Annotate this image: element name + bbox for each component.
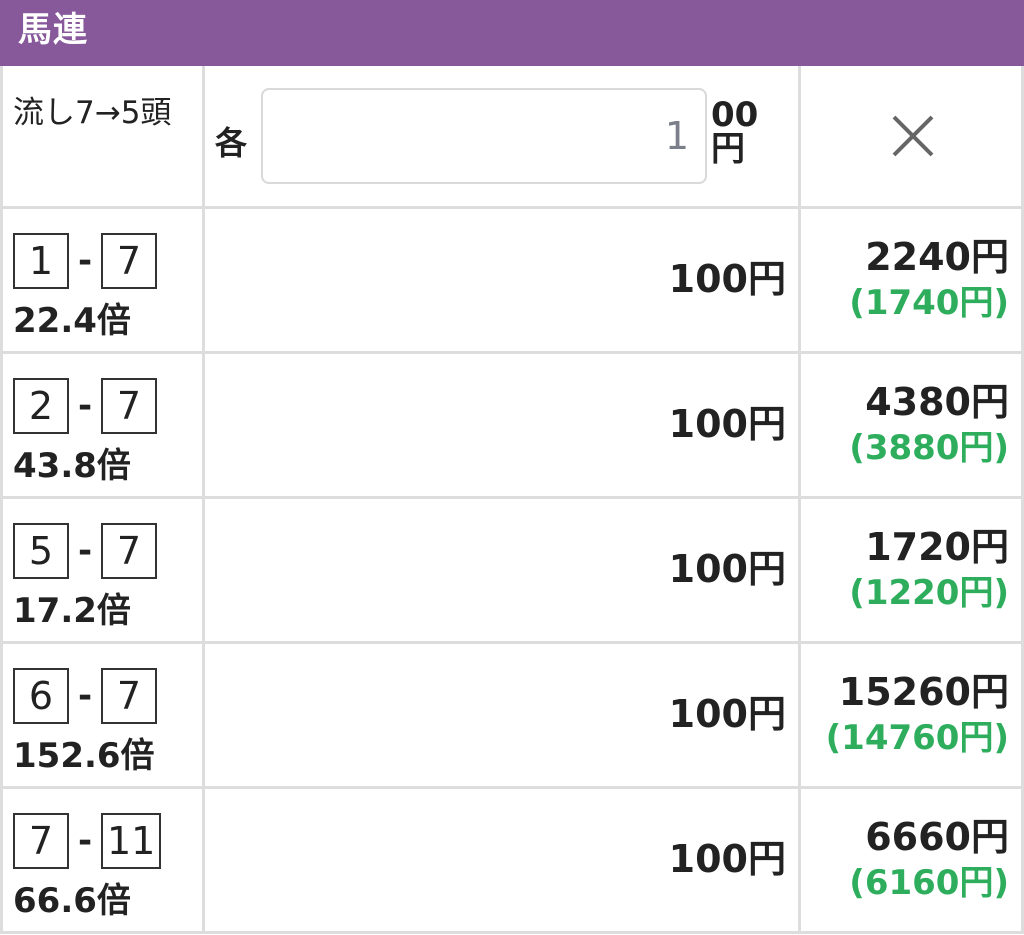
bet-amount: 100円 xyxy=(668,257,786,301)
payout-amount: 2240円 xyxy=(865,235,1009,279)
profit-amount: (3880円) xyxy=(849,428,1009,468)
profit-amount: (1740円) xyxy=(849,283,1009,323)
delete-button[interactable] xyxy=(798,66,1024,206)
bet-method-label: 流し7→5頭 xyxy=(13,95,172,131)
profit-amount: (1220円) xyxy=(849,573,1009,613)
horse-number-box: 7 xyxy=(101,523,157,579)
bet-table: 流し7→5頭 各 00円 1 - 7 22.4倍 100円 2240円 xyxy=(0,66,1024,934)
close-icon[interactable] xyxy=(891,114,935,158)
bet-amount: 100円 xyxy=(668,402,786,446)
unit-label: 00円 xyxy=(711,95,759,169)
combination-separator: - xyxy=(77,531,93,571)
combination-row: 6 - 7 152.6倍 100円 15260円 (14760円) xyxy=(0,644,1024,789)
horse-combination: 2 - 7 xyxy=(13,376,157,436)
horse-number-box: 6 xyxy=(13,668,69,724)
bet-type-header: 馬連 xyxy=(0,0,1024,66)
bet-amount: 100円 xyxy=(668,547,786,591)
odds-label: 43.8倍 xyxy=(13,446,131,486)
combination-row: 1 - 7 22.4倍 100円 2240円 (1740円) xyxy=(0,209,1024,354)
horse-number-box: 2 xyxy=(13,378,69,434)
profit-amount: (14760円) xyxy=(825,718,1009,758)
combination-separator: - xyxy=(77,241,93,281)
payout-amount: 15260円 xyxy=(838,670,1009,714)
each-label: 各 xyxy=(215,124,248,162)
summary-row: 流し7→5頭 各 00円 xyxy=(0,66,1024,209)
combination-row: 5 - 7 17.2倍 100円 1720円 (1220円) xyxy=(0,499,1024,644)
bet-amount-input[interactable] xyxy=(261,88,707,184)
combination-separator: - xyxy=(77,821,93,861)
horse-combination: 5 - 7 xyxy=(13,521,157,581)
odds-label: 17.2倍 xyxy=(13,591,131,631)
bet-amount: 100円 xyxy=(668,837,786,881)
horse-number-box: 1 xyxy=(13,233,69,289)
payout-amount: 1720円 xyxy=(865,525,1009,569)
payout-amount: 6660円 xyxy=(865,815,1009,859)
combination-separator: - xyxy=(77,676,93,716)
horse-combination: 6 - 7 xyxy=(13,666,157,726)
bet-type-title: 馬連 xyxy=(18,10,88,50)
horse-number-box: 7 xyxy=(101,233,157,289)
odds-label: 22.4倍 xyxy=(13,301,131,341)
horse-number-box: 7 xyxy=(13,813,69,869)
horse-combination: 7 - 11 xyxy=(13,811,162,871)
odds-label: 152.6倍 xyxy=(13,736,155,776)
horse-number-box: 5 xyxy=(13,523,69,579)
odds-label: 66.6倍 xyxy=(13,881,131,921)
combination-row: 2 - 7 43.8倍 100円 4380円 (3880円) xyxy=(0,354,1024,499)
combination-separator: - xyxy=(77,386,93,426)
profit-amount: (6160円) xyxy=(849,863,1009,903)
horse-number-box: 7 xyxy=(101,378,157,434)
horse-number-box: 7 xyxy=(101,668,157,724)
payout-amount: 4380円 xyxy=(865,380,1009,424)
combination-row: 7 - 11 66.6倍 100円 6660円 (6160円) xyxy=(0,789,1024,934)
horse-number-box: 11 xyxy=(101,813,162,869)
bet-amount: 100円 xyxy=(668,692,786,736)
horse-combination: 1 - 7 xyxy=(13,231,157,291)
